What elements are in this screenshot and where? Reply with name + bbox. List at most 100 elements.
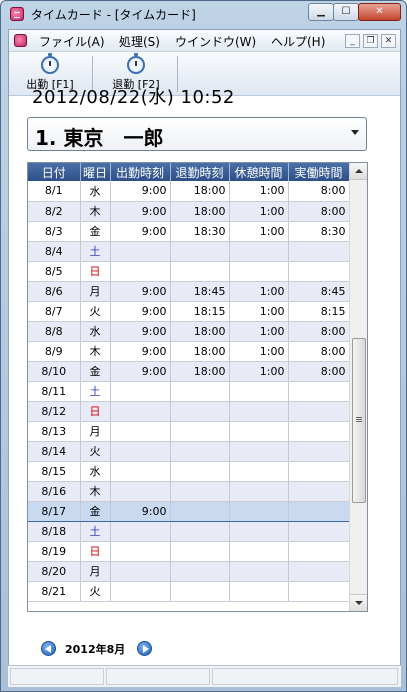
cell-date[interactable]: 8/21 [28, 581, 81, 602]
cell-date[interactable]: 8/2 [28, 201, 81, 222]
cell-clock-in[interactable]: 9:00 [110, 341, 171, 362]
table-row[interactable]: 8/16 木 [28, 481, 350, 502]
table-row[interactable]: 8/6 月 9:00 18:45 1:00 8:45 [28, 281, 350, 302]
cell-worked[interactable] [288, 561, 350, 582]
cell-date[interactable]: 8/19 [28, 541, 81, 562]
table-row[interactable]: 8/1 水 9:00 18:00 1:00 8:00 [28, 181, 350, 202]
cell-break[interactable]: 1:00 [229, 221, 289, 242]
cell-date[interactable]: 8/14 [28, 441, 81, 462]
cell-break[interactable] [229, 381, 289, 402]
table-row[interactable]: 8/13 月 [28, 421, 350, 442]
maximize-button[interactable]: ☐ [333, 3, 359, 21]
cell-worked[interactable] [288, 521, 350, 542]
cell-break[interactable] [229, 421, 289, 442]
cell-break[interactable] [229, 481, 289, 502]
column-header-break[interactable]: 休憩時間 [229, 163, 289, 181]
cell-worked[interactable] [288, 461, 350, 482]
cell-break[interactable] [229, 521, 289, 542]
cell-date[interactable]: 8/8 [28, 321, 81, 342]
vertical-scrollbar[interactable] [349, 163, 367, 611]
menu-file[interactable]: ファイル(A) [39, 33, 105, 50]
cell-clock-out[interactable]: 18:00 [170, 341, 230, 362]
cell-clock-in[interactable]: 9:00 [110, 181, 171, 202]
cell-break[interactable] [229, 581, 289, 602]
cell-worked[interactable] [288, 441, 350, 462]
next-month-button[interactable] [137, 641, 152, 656]
cell-weekday[interactable]: 火 [80, 581, 111, 602]
cell-date[interactable]: 8/9 [28, 341, 81, 362]
cell-worked[interactable] [288, 421, 350, 442]
cell-date[interactable]: 8/1 [28, 181, 81, 202]
cell-clock-in[interactable]: 9:00 [110, 221, 171, 242]
table-row[interactable]: 8/8 水 9:00 18:00 1:00 8:00 [28, 321, 350, 342]
cell-weekday[interactable]: 木 [80, 201, 111, 222]
cell-weekday[interactable]: 水 [80, 181, 111, 202]
cell-break[interactable]: 1:00 [229, 361, 289, 382]
scroll-up-arrow-icon[interactable] [350, 163, 367, 180]
cell-date[interactable]: 8/7 [28, 301, 81, 322]
cell-break[interactable]: 1:00 [229, 181, 289, 202]
table-row[interactable]: 8/18 土 [28, 521, 350, 542]
cell-clock-out[interactable] [170, 541, 230, 562]
cell-worked[interactable]: 8:00 [288, 361, 350, 382]
title-bar[interactable]: タイムカード - [タイムカード] ▁ ☐ ✕ [1, 1, 406, 27]
cell-worked[interactable]: 8:15 [288, 301, 350, 322]
table-row[interactable]: 8/5 日 [28, 261, 350, 282]
menu-help[interactable]: ヘルプ(H) [271, 33, 325, 50]
cell-clock-in[interactable] [110, 241, 171, 262]
column-header-worked[interactable]: 実働時間 [288, 163, 350, 181]
cell-date[interactable]: 8/20 [28, 561, 81, 582]
cell-clock-in[interactable] [110, 561, 171, 582]
cell-clock-out[interactable] [170, 461, 230, 482]
table-row[interactable]: 8/9 木 9:00 18:00 1:00 8:00 [28, 341, 350, 362]
cell-weekday[interactable]: 日 [80, 401, 111, 422]
table-row[interactable]: 8/2 木 9:00 18:00 1:00 8:00 [28, 201, 350, 222]
cell-weekday[interactable]: 日 [80, 261, 111, 282]
cell-clock-out[interactable]: 18:15 [170, 301, 230, 322]
cell-clock-in[interactable] [110, 401, 171, 422]
cell-date[interactable]: 8/4 [28, 241, 81, 262]
cell-weekday[interactable]: 火 [80, 301, 111, 322]
cell-date[interactable]: 8/13 [28, 421, 81, 442]
cell-weekday[interactable]: 月 [80, 281, 111, 302]
cell-break[interactable]: 1:00 [229, 201, 289, 222]
cell-date[interactable]: 8/12 [28, 401, 81, 422]
scroll-down-arrow-icon[interactable] [350, 594, 367, 611]
table-row[interactable]: 8/3 金 9:00 18:30 1:00 8:30 [28, 221, 350, 242]
column-header-date[interactable]: 日付 [28, 163, 81, 181]
cell-break[interactable]: 1:00 [229, 321, 289, 342]
cell-clock-in[interactable]: 9:00 [110, 281, 171, 302]
cell-weekday[interactable]: 金 [80, 361, 111, 382]
menu-process[interactable]: 処理(S) [119, 33, 160, 50]
cell-weekday[interactable]: 金 [80, 221, 111, 242]
cell-break[interactable] [229, 541, 289, 562]
cell-worked[interactable] [288, 500, 350, 522]
cell-break[interactable] [229, 401, 289, 422]
cell-weekday[interactable]: 水 [80, 461, 111, 482]
cell-clock-out[interactable]: 18:45 [170, 281, 230, 302]
chevron-down-icon[interactable] [351, 130, 359, 135]
employee-select[interactable]: 1. 東京 一郎 [27, 117, 367, 151]
cell-break[interactable]: 1:00 [229, 301, 289, 322]
previous-month-button[interactable] [41, 641, 56, 656]
cell-date[interactable]: 8/3 [28, 221, 81, 242]
cell-clock-in[interactable] [110, 461, 171, 482]
child-window-icon[interactable] [14, 34, 27, 47]
cell-worked[interactable]: 8:00 [288, 201, 350, 222]
cell-clock-out[interactable]: 18:00 [170, 181, 230, 202]
cell-weekday[interactable]: 月 [80, 421, 111, 442]
cell-clock-out[interactable] [170, 421, 230, 442]
column-header-clock-in[interactable]: 出勤時刻 [110, 163, 171, 181]
cell-clock-out[interactable] [170, 261, 230, 282]
cell-break[interactable]: 1:00 [229, 281, 289, 302]
cell-weekday[interactable]: 土 [80, 521, 111, 542]
cell-clock-out[interactable] [170, 381, 230, 402]
cell-date[interactable]: 8/18 [28, 521, 81, 542]
cell-worked[interactable] [288, 481, 350, 502]
table-row[interactable]: 8/21 火 [28, 581, 350, 602]
cell-clock-out[interactable] [170, 500, 230, 522]
cell-date[interactable]: 8/6 [28, 281, 81, 302]
cell-clock-out[interactable] [170, 241, 230, 262]
table-row[interactable]: 8/11 土 [28, 381, 350, 402]
cell-weekday[interactable]: 木 [80, 341, 111, 362]
